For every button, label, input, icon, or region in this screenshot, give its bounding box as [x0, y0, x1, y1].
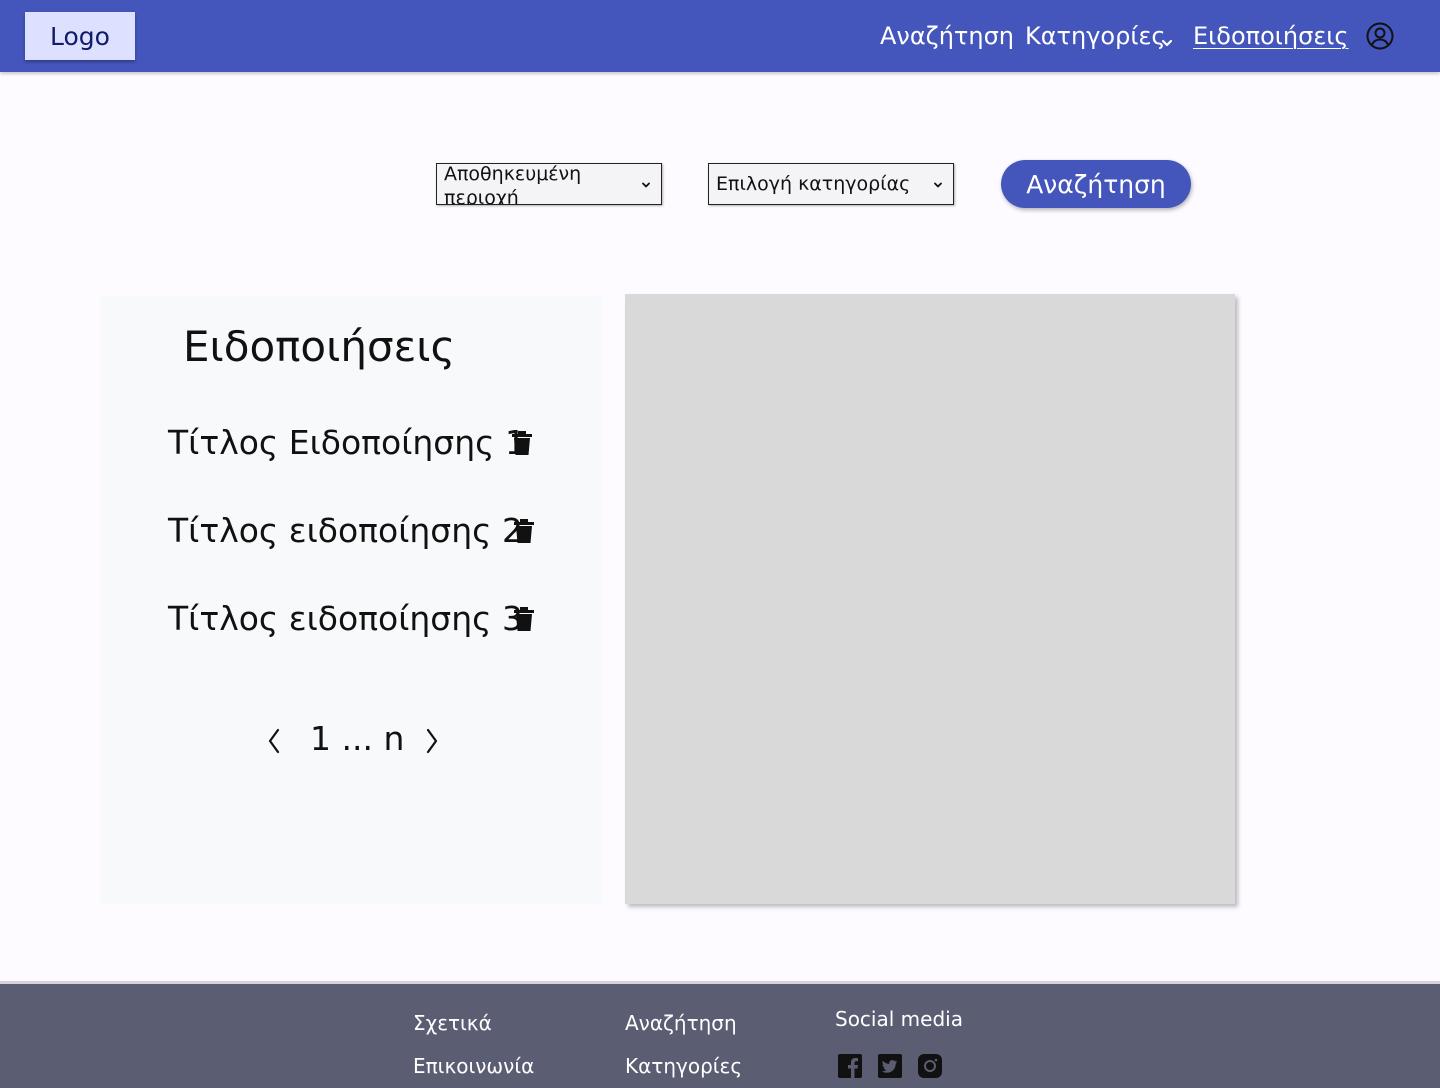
footer-categories-link[interactable]: Κατηγορίες [625, 1053, 742, 1079]
footer-social-heading: Social media [835, 1007, 963, 1031]
notification-item[interactable]: Τίτλος ειδοποίησης 3 [168, 599, 523, 639]
category-select[interactable]: Επιλογή κατηγορίας [708, 163, 954, 205]
footer-about-link[interactable]: Σχετικά [413, 1010, 492, 1036]
nav-notifications-link[interactable]: Ειδοποιήσεις [1193, 20, 1349, 52]
footer: Σχετικά Επικοινωνία Αναζήτηση Κατηγορίες… [0, 981, 1440, 1088]
notification-item[interactable]: Τίτλος ειδοποίησης 2 [168, 511, 523, 551]
notifications-panel: Ειδοποιήσεις Τίτλος Ειδοποίησης 1 Τίτλος… [100, 296, 602, 904]
notification-item[interactable]: Τίτλος Ειδοποίησης 1 [168, 423, 526, 463]
category-select-value: Επιλογή κατηγορίας [716, 173, 911, 195]
chevron-down-icon[interactable] [1160, 36, 1174, 50]
account-icon[interactable] [1366, 22, 1394, 50]
footer-contact-link[interactable]: Επικοινωνία [413, 1053, 534, 1079]
chevron-down-icon [642, 182, 650, 188]
trash-icon[interactable] [514, 607, 534, 631]
logo[interactable]: Logo [25, 12, 135, 60]
map-placeholder[interactable] [625, 294, 1235, 904]
trash-icon[interactable] [512, 431, 532, 455]
trash-icon[interactable] [514, 519, 534, 543]
facebook-icon[interactable] [838, 1054, 862, 1078]
nav-categories-link[interactable]: Κατηγορίες [1025, 20, 1166, 52]
pagination-label: 1 ... n [310, 719, 405, 758]
chevron-left-icon[interactable] [265, 726, 283, 756]
saved-area-select[interactable]: Αποθηκευμένη περιοχή [436, 163, 662, 205]
twitter-icon[interactable] [878, 1054, 902, 1078]
nav-search-link[interactable]: Αναζήτηση [880, 20, 1014, 52]
saved-area-select-value: Αποθηκευμένη περιοχή [444, 163, 582, 205]
footer-search-link[interactable]: Αναζήτηση [625, 1010, 737, 1036]
instagram-icon[interactable] [918, 1054, 942, 1078]
chevron-right-icon[interactable] [423, 726, 441, 756]
chevron-down-icon [934, 182, 942, 188]
notifications-heading: Ειδοποιήσεις [183, 322, 456, 371]
top-app-bar: Logo Αναζήτηση Κατηγορίες Ειδοποιήσεις [0, 0, 1440, 72]
search-button[interactable]: Αναζήτηση [1001, 160, 1191, 208]
